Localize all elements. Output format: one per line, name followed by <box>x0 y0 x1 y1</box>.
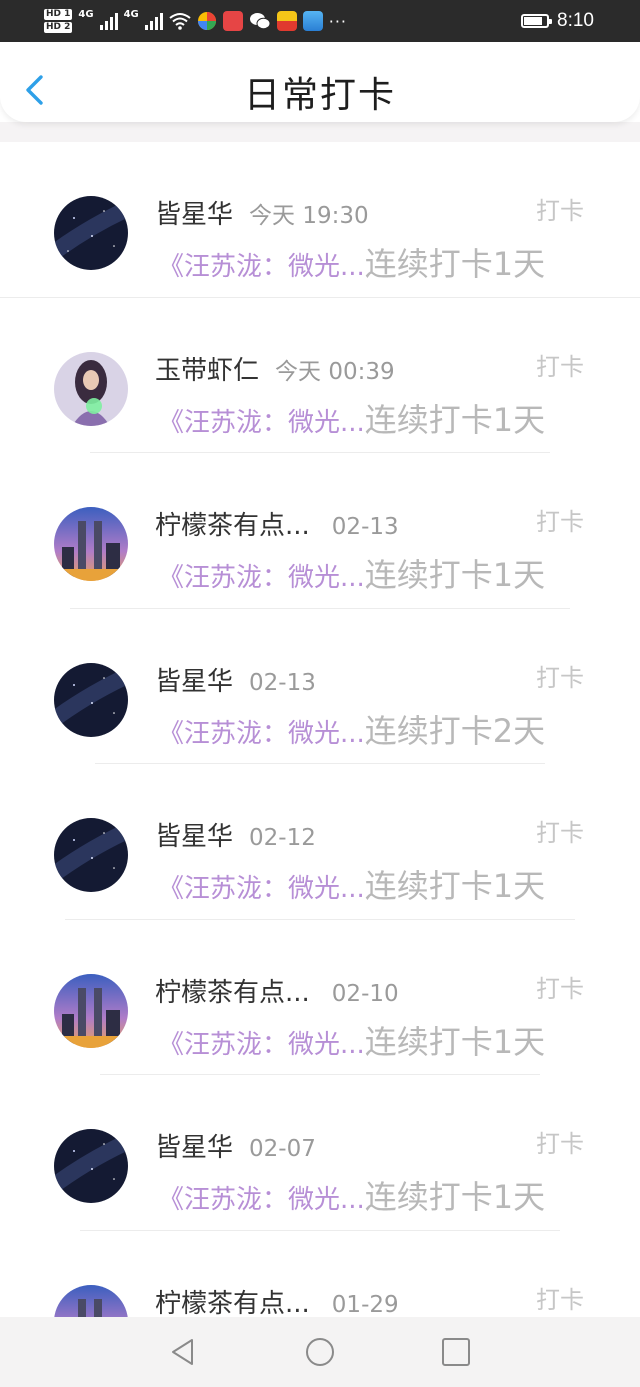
checkin-time: 02-07 <box>249 1136 316 1162</box>
checkin-label: 打卡 <box>536 1285 584 1314</box>
network-type-1: 4G <box>78 9 94 20</box>
hd2-badge: HD 2 <box>44 22 73 33</box>
avatar[interactable] <box>54 662 128 737</box>
battery-icon <box>521 14 553 28</box>
square-recents-icon[interactable] <box>441 1337 471 1367</box>
feed-item[interactable]: 柠檬茶有点... 02-13 打卡 《汪苏泷：微光...连续打卡1天 <box>0 453 640 609</box>
user-name[interactable]: 皆星华 02-13 <box>155 661 316 698</box>
city-night-avatar-icon <box>54 1284 128 1317</box>
avatar[interactable] <box>54 1284 128 1317</box>
user-name[interactable]: 柠檬茶有点... 01-29 <box>155 1283 399 1318</box>
user-name[interactable]: 玉带虾仁 今天 00:39 <box>155 350 395 387</box>
user-name[interactable]: 柠檬茶有点... 02-10 <box>155 972 399 1009</box>
checkin-time: 02-13 <box>331 514 399 540</box>
avatar[interactable] <box>54 1129 128 1203</box>
checkin-time: 02-10 <box>331 980 399 1007</box>
feed-item[interactable]: 皆星华 02-13 打卡 《汪苏泷：微光...连续打卡2天 <box>0 609 640 764</box>
book-title[interactable]: 《汪苏泷：微光... <box>158 408 365 438</box>
app-colorful-icon <box>197 12 216 30</box>
wifi-icon <box>169 13 191 30</box>
network-type-2: 4G <box>123 9 139 20</box>
signal-2-icon <box>144 12 163 30</box>
more-notifications-icon: ··· <box>328 11 348 31</box>
streak-text: 连续打卡1天 <box>364 1178 546 1216</box>
city-night-avatar-icon <box>54 973 128 1048</box>
checkin-detail[interactable]: 《汪苏泷：微光...连续打卡2天 <box>158 706 584 752</box>
checkin-label: 打卡 <box>536 352 584 381</box>
checkin-time: 01-29 <box>331 1291 399 1318</box>
checkin-label: 打卡 <box>536 974 584 1003</box>
checkin-detail[interactable]: 《汪苏泷：微光...连续打卡1天 <box>158 1017 584 1063</box>
night-sky-avatar-icon <box>54 662 128 737</box>
app-header: 日常打卡 <box>0 42 640 122</box>
avatar[interactable] <box>54 973 128 1048</box>
feed-item[interactable]: 柠檬茶有点... 01-29 打卡 <box>0 1231 640 1318</box>
book-title[interactable]: 《汪苏泷：微光... <box>158 874 365 904</box>
checkin-feed-list[interactable]: 皆星华 今天 19:30 打卡 《汪苏泷：微光...连续打卡1天 玉带虾仁 今天 0… <box>0 142 640 1317</box>
feed-item[interactable]: 皆星华 02-07 打卡 《汪苏泷：微光...连续打卡1天 <box>0 1075 640 1231</box>
checkin-label: 打卡 <box>536 197 584 225</box>
feed-item[interactable]: 玉带虾仁 今天 00:39 打卡 《汪苏泷：微光...连续打卡1天 <box>0 298 640 453</box>
feed-item[interactable]: 皆星华 今天 19:30 打卡 《汪苏泷：微光...连续打卡1天 <box>0 142 640 298</box>
streak-text: 连续打卡2天 <box>364 711 546 750</box>
checkin-time: 今天 00:39 <box>275 358 395 385</box>
streak-text: 连续打卡1天 <box>364 1022 546 1061</box>
book-title[interactable]: 《汪苏泷：微光... <box>158 1030 365 1060</box>
user-name[interactable]: 皆星华 今天 19:30 <box>155 194 369 231</box>
book-title[interactable]: 《汪苏泷：微光... <box>158 1185 365 1215</box>
streak-text: 连续打卡1天 <box>364 400 546 439</box>
page-title: 日常打卡 <box>243 75 396 116</box>
checkin-detail[interactable]: 《汪苏泷：微光...连续打卡1天 <box>158 1172 584 1218</box>
book-title[interactable]: 《汪苏泷：微光... <box>158 563 365 593</box>
checkin-label: 打卡 <box>536 508 584 536</box>
avatar[interactable] <box>54 507 128 581</box>
feed-item[interactable]: 皆星华 02-12 打卡 《汪苏泷：微光...连续打卡1天 <box>0 764 640 920</box>
triangle-back-icon[interactable] <box>168 1337 198 1367</box>
feed-item[interactable]: 柠檬茶有点... 02-10 打卡 《汪苏泷：微光...连续打卡1天 <box>0 920 640 1075</box>
header-spacer <box>0 122 640 142</box>
system-nav-bar <box>0 1317 640 1387</box>
wechat-icon <box>249 13 271 30</box>
hd-indicators: HD 1 HD 2 <box>44 9 73 33</box>
avatar[interactable] <box>54 818 128 892</box>
checkin-label: 打卡 <box>536 1130 584 1158</box>
checkin-label: 打卡 <box>536 819 584 847</box>
app-huawei-icon <box>222 11 243 31</box>
avatar[interactable] <box>54 351 128 426</box>
night-sky-avatar-icon <box>54 1129 128 1203</box>
avatar[interactable] <box>54 196 128 270</box>
circle-home-icon[interactable] <box>305 1337 335 1367</box>
night-sky-avatar-icon <box>54 196 128 270</box>
checkin-time: 02-13 <box>249 669 316 696</box>
fantasy-girl-avatar-icon <box>54 351 128 426</box>
signal-1-icon <box>99 12 118 30</box>
user-name[interactable]: 皆星华 02-12 <box>155 816 316 853</box>
book-title[interactable]: 《汪苏泷：微光... <box>158 252 365 282</box>
clock: 8:10 <box>557 10 594 31</box>
status-bar: HD 1 HD 2 4G 4G ··· 8:10 <box>0 0 640 42</box>
checkin-label: 打卡 <box>536 663 584 692</box>
app-weather-icon <box>302 11 323 31</box>
night-sky-avatar-icon <box>54 818 128 892</box>
hd1-badge: HD 1 <box>44 9 73 20</box>
app-yellow-icon <box>276 11 297 31</box>
checkin-time: 02-12 <box>249 825 316 851</box>
checkin-detail[interactable]: 《汪苏泷：微光...连续打卡1天 <box>158 861 584 907</box>
checkin-time: 今天 19:30 <box>249 203 369 229</box>
status-icons-left: HD 1 HD 2 4G 4G ··· <box>44 6 347 36</box>
user-name[interactable]: 柠檬茶有点... 02-13 <box>155 505 399 542</box>
streak-text: 连续打卡1天 <box>364 867 546 905</box>
checkin-detail[interactable]: 《汪苏泷：微光...连续打卡1天 <box>158 550 584 596</box>
streak-text: 连续打卡1天 <box>364 245 546 283</box>
city-night-avatar-icon <box>54 507 128 581</box>
book-title[interactable]: 《汪苏泷：微光... <box>158 719 365 749</box>
streak-text: 连续打卡1天 <box>364 556 546 594</box>
status-icons-right: 8:10 <box>521 0 594 42</box>
checkin-detail[interactable]: 《汪苏泷：微光...连续打卡1天 <box>158 395 584 441</box>
user-name[interactable]: 皆星华 02-07 <box>155 1127 316 1164</box>
checkin-detail[interactable]: 《汪苏泷：微光...连续打卡1天 <box>158 239 584 285</box>
